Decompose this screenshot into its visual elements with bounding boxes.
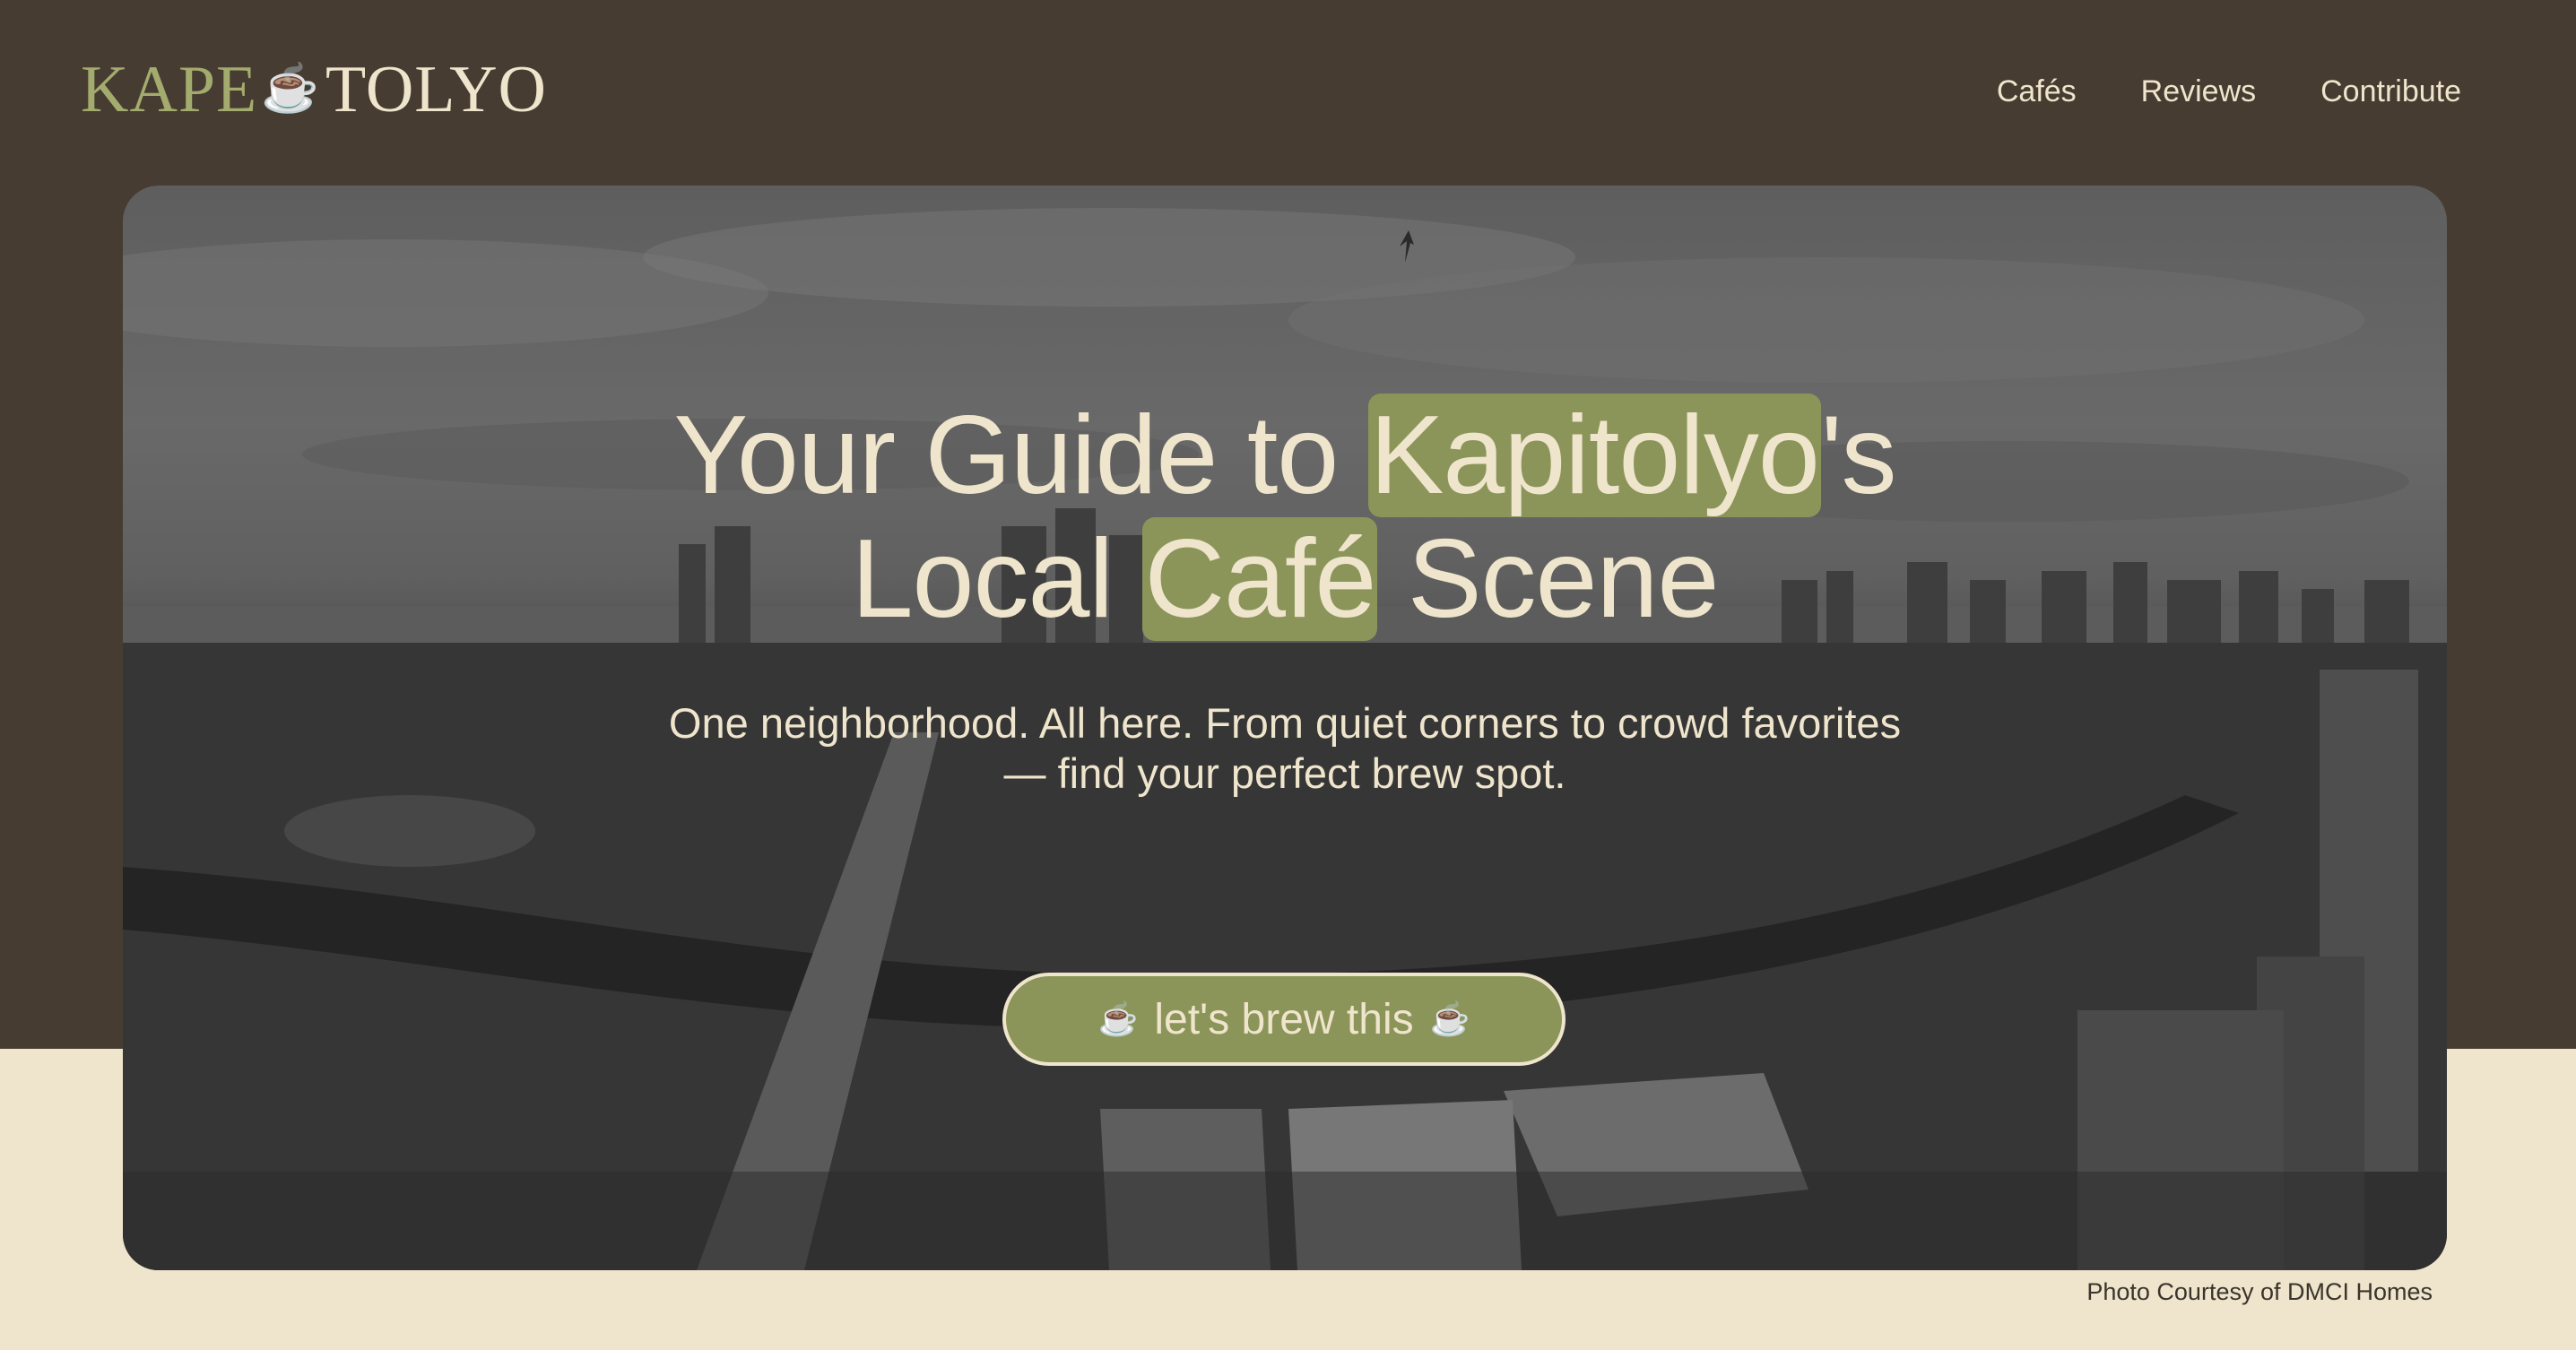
coffee-cup-icon: ☕ <box>1097 1000 1139 1037</box>
nav-link-reviews[interactable]: Reviews <box>2141 70 2256 113</box>
hero-subtitle-line1: One neighborhood. All here. From quiet c… <box>668 699 1902 747</box>
highlight-kapitolyo: Kapitolyo <box>1367 394 1821 517</box>
hero-banner: Your Guide to Kapitolyo's Local Café Sce… <box>123 186 2447 1270</box>
lets-brew-this-button[interactable]: ☕ let's brew this ☕ <box>1002 973 1566 1066</box>
highlight-cafe: Café <box>1142 517 1378 641</box>
photo-credit: Photo Courtesy of DMCI Homes <box>2086 1278 2433 1305</box>
cta-label: let's brew this <box>1154 995 1414 1043</box>
hero-subtitle-line2: — find your perfect brew spot. <box>1003 749 1566 797</box>
hero-title-suffix: 's <box>1820 394 1897 517</box>
hero-title-text: Your Guide to <box>673 394 1368 517</box>
hero-title-line2-pre: Local <box>851 517 1143 641</box>
nav-link-contribute[interactable]: Contribute <box>2320 70 2461 113</box>
nav-link-cafes[interactable]: Cafés <box>1997 70 2077 113</box>
logo-text-kape: KAPE <box>81 53 258 126</box>
hero-title: Your Guide to Kapitolyo's Local Café Sce… <box>123 394 2447 641</box>
hero-title-line2-post: Scene <box>1377 517 1720 641</box>
hero-subtitle: One neighborhood. All here. From quiet c… <box>123 698 2447 799</box>
main-nav: Cafés Reviews Contribute <box>1997 70 2461 113</box>
site-logo[interactable]: KAPE ☕ TOLYO <box>81 52 547 127</box>
logo-text-tolyo: TOLYO <box>325 53 547 126</box>
coffee-cup-icon: ☕ <box>1429 1000 1470 1037</box>
coffee-cup-icon: ☕ <box>261 64 320 115</box>
